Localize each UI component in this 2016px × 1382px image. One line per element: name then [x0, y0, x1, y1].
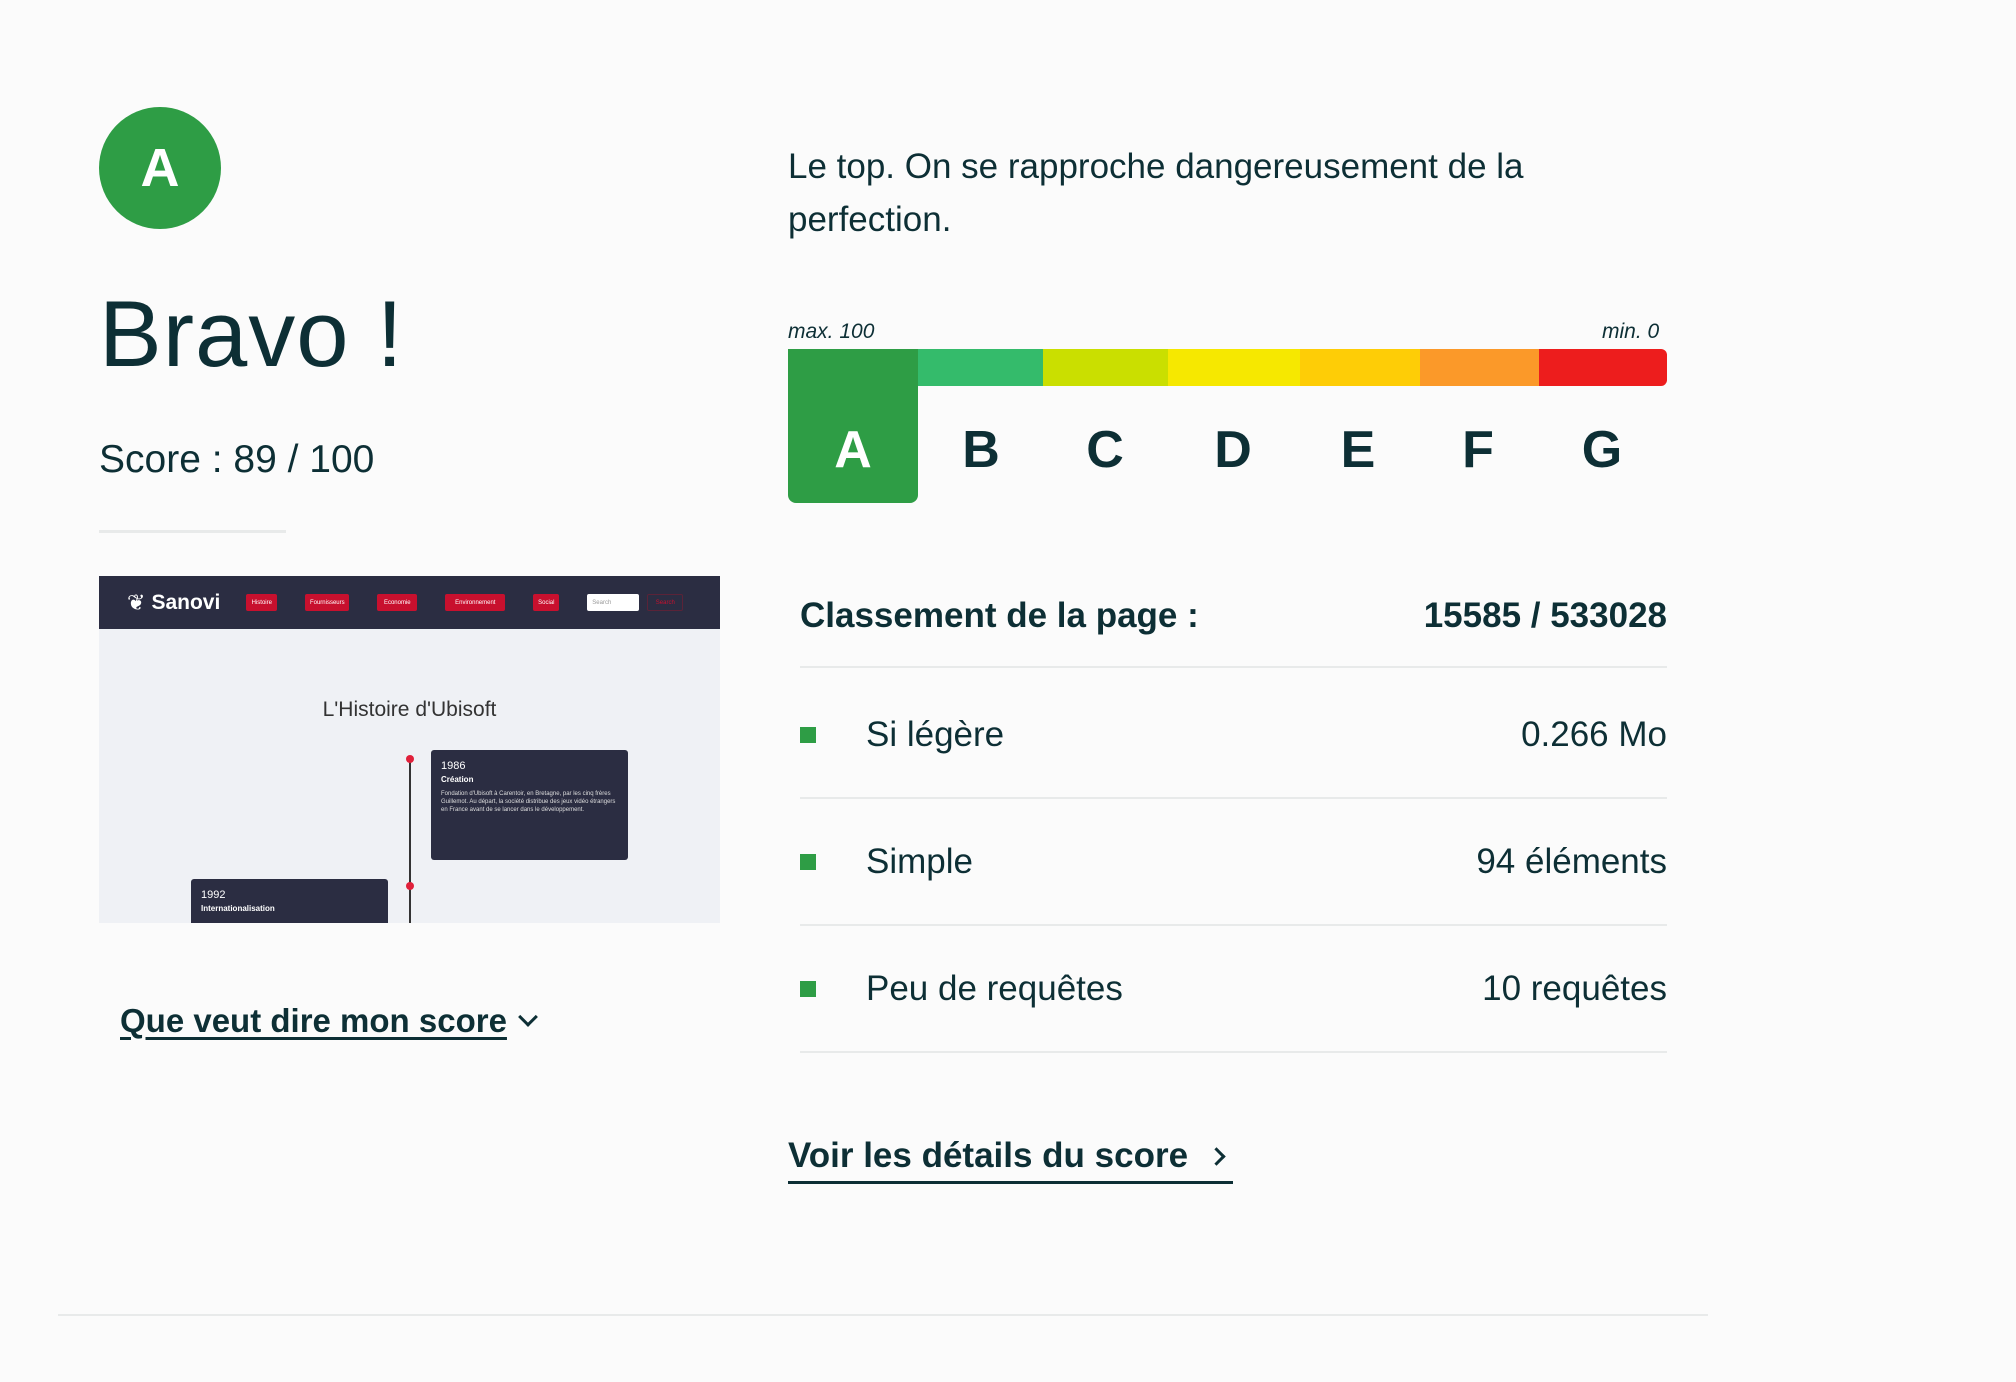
- score-description: Le top. On se rapproche dangereusement d…: [788, 147, 1524, 239]
- score-details-label: Voir les détails du score: [788, 1136, 1189, 1175]
- grade-letter-g: G: [1581, 421, 1623, 479]
- metric-row-weight: Si légère 0.266 Mo: [800, 672, 1667, 799]
- grade-segment-d: [1168, 349, 1300, 386]
- metric-value: 0.266 Mo: [1521, 714, 1667, 754]
- thumbnail-navbar: ❦ Sanovi Histoire Fournisseurs Economie …: [99, 576, 720, 629]
- bullet-icon: [800, 980, 816, 997]
- grade-segment-e: [1300, 349, 1420, 386]
- grade-segment-c: [1043, 349, 1168, 386]
- timeline-line: [409, 756, 411, 923]
- grade-letter-f: F: [1462, 421, 1494, 479]
- timeline-card: 1992 Internationalisation: [191, 879, 388, 923]
- ranking-label: Classement de la page :: [800, 596, 1199, 635]
- timeline-card-year: 1986: [441, 760, 466, 772]
- score-text: Score : 89 / 100: [99, 438, 374, 482]
- grade-segment-g: [1539, 349, 1667, 386]
- score-label: Score :: [99, 438, 223, 481]
- grade-segment-b: [918, 349, 1043, 386]
- timeline-card-year: 1992: [201, 889, 226, 901]
- score-details-link[interactable]: Voir les détails du score: [788, 1136, 1234, 1184]
- metric-label: Peu de requêtes: [866, 968, 1123, 1008]
- thumbnail-logo: ❦ Sanovi: [127, 590, 220, 616]
- scale-max-label: max. 100: [788, 320, 875, 343]
- thumbnail-nav-item: Economie: [377, 594, 418, 611]
- metric-value: 94 éléments: [1476, 841, 1667, 881]
- timeline-dot: [406, 882, 414, 890]
- grade-scale-bar: [788, 349, 1667, 386]
- thumbnail-nav-item: Environnement: [445, 594, 506, 611]
- chevron-right-icon: [1207, 1146, 1226, 1166]
- metric-label: Simple: [866, 841, 973, 881]
- divider: [99, 530, 286, 533]
- scale-min-label: min. 0: [1602, 320, 1660, 343]
- score-explanation-label: Que veut dire mon score: [120, 1002, 507, 1039]
- grade-letter-c: C: [1086, 421, 1124, 479]
- chevron-down-icon: [518, 1007, 538, 1027]
- timeline-dot: [406, 755, 414, 763]
- logo-icon: ❦: [127, 589, 146, 615]
- metric-value: 10 requêtes: [1482, 968, 1667, 1008]
- grade-badge: A: [99, 107, 221, 229]
- page-screenshot-thumbnail: ❦ Sanovi Histoire Fournisseurs Economie …: [99, 576, 720, 923]
- ranking-row: Classement de la page : 15585 / 533028: [800, 580, 1667, 668]
- bullet-icon: [800, 853, 816, 870]
- thumbnail-search-button: Search: [647, 594, 684, 611]
- score-page: A Bravo ! Score : 89 / 100 ❦ Sanovi Hist…: [0, 0, 2016, 1382]
- metric-label: Si légère: [866, 714, 1005, 754]
- score-explanation-toggle[interactable]: Que veut dire mon score: [120, 1002, 538, 1040]
- grade-segment-f: [1420, 349, 1539, 386]
- thumbnail-title: L'Histoire d'Ubisoft: [322, 698, 497, 721]
- grade-letter-e: E: [1340, 421, 1376, 479]
- thumbnail-nav-item: Fournisseurs: [305, 594, 350, 611]
- metric-row-elements: Simple 94 éléments: [800, 799, 1667, 926]
- timeline-card-title: Internationalisation: [201, 904, 275, 914]
- thumbnail-nav-item: Social: [533, 594, 560, 611]
- timeline-card-title: Création: [441, 775, 474, 785]
- grade-letter-b: B: [962, 421, 1000, 479]
- grade-letter-a: A: [834, 421, 872, 479]
- bullet-icon: [800, 726, 816, 743]
- metric-row-requests: Peu de requêtes 10 requêtes: [800, 926, 1667, 1053]
- grade-letter-d: D: [1214, 421, 1252, 479]
- score-value: 89 / 100: [233, 438, 375, 481]
- section-divider: [58, 1314, 1708, 1316]
- timeline-card-text: Fondation d'Ubisoft à Carentoir, en Bret…: [441, 790, 616, 814]
- timeline-card: 1986 Création Fondation d'Ubisoft à Care…: [431, 750, 628, 860]
- thumbnail-nav-item: Histoire: [246, 594, 278, 611]
- headline: Bravo !: [99, 281, 404, 386]
- thumbnail-search: Search: [587, 594, 640, 611]
- ranking-value: 15585 / 533028: [1423, 596, 1667, 635]
- thumbnail-logo-text: Sanovi: [151, 590, 221, 614]
